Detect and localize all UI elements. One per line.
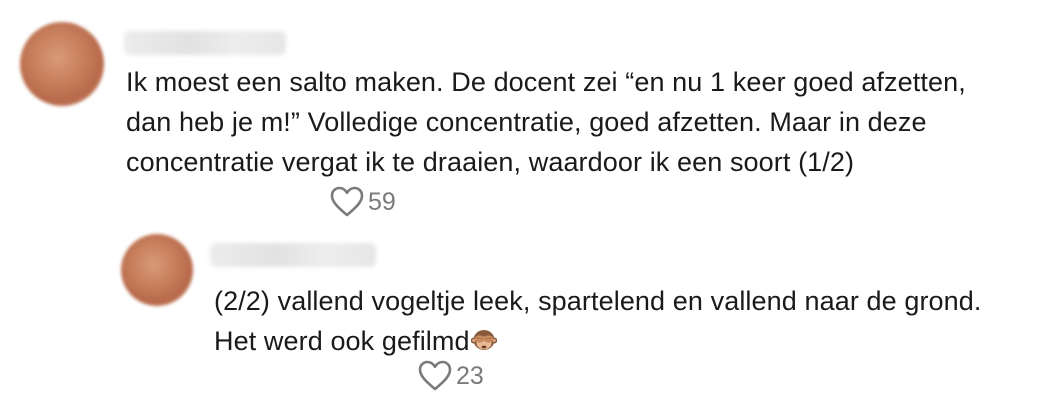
like-count: 59 (368, 188, 396, 216)
heart-icon[interactable] (418, 360, 452, 392)
comment-text: Ik moest een salto maken. De docent zei … (126, 67, 966, 177)
username-blurred[interactable] (124, 31, 286, 55)
like-count: 23 (456, 362, 484, 390)
avatar[interactable] (20, 22, 104, 106)
heart-icon[interactable] (330, 186, 364, 218)
reply-text: (2/2) vallend vogeltje leek, spartelend … (214, 281, 1059, 361)
like-button[interactable]: 23 (418, 360, 484, 392)
avatar[interactable] (121, 234, 193, 306)
see-no-evil-monkey-icon (470, 330, 497, 350)
reply-text-content: (2/2) vallend vogeltje leek, spartelend … (214, 286, 982, 356)
comment-thread: Ik moest een salto maken. De docent zei … (0, 0, 1064, 412)
username-blurred[interactable] (210, 243, 376, 267)
like-button[interactable]: 59 (330, 186, 396, 218)
